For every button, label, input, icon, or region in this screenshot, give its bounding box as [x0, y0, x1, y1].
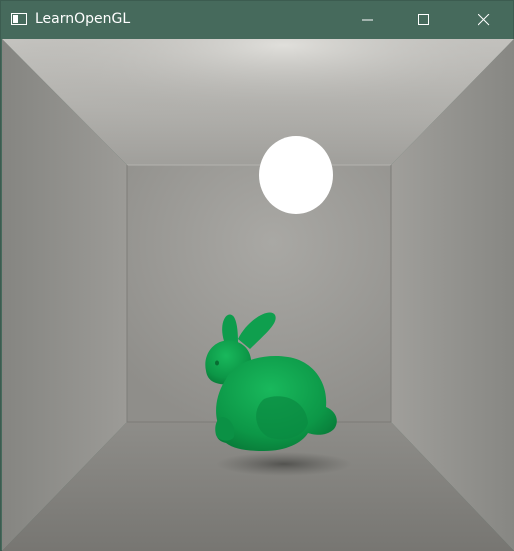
app-window-icon: [11, 13, 27, 25]
title-bar[interactable]: LearnOpenGL: [1, 1, 513, 38]
app-window: LearnOpenGL: [0, 0, 514, 551]
light-sphere: [259, 136, 333, 214]
close-button[interactable]: [461, 1, 507, 38]
maximize-button[interactable]: [401, 1, 447, 38]
bunny-shadow: [216, 452, 352, 476]
close-icon: [478, 13, 490, 25]
window-title: LearnOpenGL: [35, 11, 131, 27]
maximize-icon: [418, 13, 429, 25]
opengl-render-viewport[interactable]: [2, 39, 514, 551]
minimize-icon: [362, 19, 373, 20]
minimize-button[interactable]: [345, 1, 391, 38]
cornell-box-scene: [2, 39, 514, 551]
